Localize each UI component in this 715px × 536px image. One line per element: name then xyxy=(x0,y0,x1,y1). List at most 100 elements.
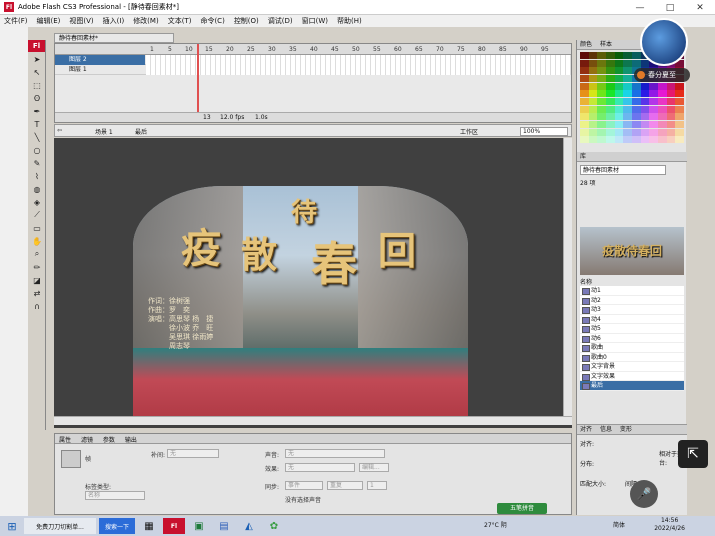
system-clock[interactable]: 14:56 2022/4/26 xyxy=(654,517,685,533)
color-swatch[interactable] xyxy=(606,52,615,59)
lasso-tool-icon[interactable]: ʘ xyxy=(29,92,45,104)
color-swatch[interactable] xyxy=(675,136,684,144)
color-swatch[interactable] xyxy=(632,120,641,128)
swap-colors-icon[interactable]: ⇄ xyxy=(29,287,45,299)
scene-link[interactable]: 场景 1 xyxy=(95,127,113,136)
repeat-count-input[interactable]: 1 xyxy=(367,481,387,490)
color-swatch[interactable] xyxy=(649,120,658,128)
color-swatch[interactable] xyxy=(675,120,684,128)
library-tab[interactable]: 库 xyxy=(577,152,687,162)
color-swatch[interactable] xyxy=(623,82,632,90)
color-swatch[interactable] xyxy=(597,82,606,90)
selection-tool-icon[interactable]: ➤ xyxy=(29,53,45,65)
color-swatch[interactable] xyxy=(580,105,589,113)
zoom-select[interactable]: 100% xyxy=(520,127,568,136)
color-swatch[interactable] xyxy=(580,59,589,67)
color-swatch[interactable] xyxy=(580,97,589,105)
color-swatch[interactable] xyxy=(632,82,641,90)
stage-horizontal-scrollbar[interactable] xyxy=(54,416,572,425)
library-item[interactable]: 动2 xyxy=(580,295,684,305)
color-swatch[interactable] xyxy=(623,74,632,82)
eraser-icon[interactable]: ▭ xyxy=(29,222,45,234)
color-swatch[interactable] xyxy=(632,90,641,98)
library-item[interactable]: 最后 xyxy=(580,381,684,391)
color-swatch[interactable] xyxy=(649,128,658,136)
color-swatch[interactable] xyxy=(606,128,615,136)
color-swatch[interactable] xyxy=(666,105,676,113)
symbol-link[interactable]: 最后 xyxy=(135,127,147,136)
sync-select[interactable]: 事件 xyxy=(285,481,323,490)
wechat-icon[interactable]: ✿ xyxy=(263,518,285,534)
media-icon[interactable]: ◭ xyxy=(238,518,260,534)
color-swatch[interactable] xyxy=(588,120,598,128)
tab-transform[interactable]: 变形 xyxy=(620,426,632,433)
color-swatch[interactable] xyxy=(580,52,589,59)
library-item[interactable]: 动1 xyxy=(580,286,684,296)
color-swatch[interactable] xyxy=(614,52,624,59)
library-item[interactable]: 文字背景 xyxy=(580,362,684,372)
swatch-grid[interactable] xyxy=(580,52,684,144)
document-icon[interactable]: ▤ xyxy=(213,518,235,534)
taskbar-item[interactable]: 搜索一下 xyxy=(99,518,135,534)
color-swatch[interactable] xyxy=(606,90,615,98)
ime-status[interactable]: 简体 xyxy=(613,520,625,529)
color-swatch[interactable] xyxy=(588,113,598,121)
tween-select[interactable]: 无 xyxy=(167,449,219,458)
text-tool-icon[interactable]: T xyxy=(29,118,45,130)
color-swatch[interactable] xyxy=(606,74,615,82)
tab-filters[interactable]: 滤镜 xyxy=(77,434,97,445)
library-item[interactable]: 歌曲0 xyxy=(580,352,684,362)
snap-icon[interactable]: ∩ xyxy=(29,300,45,312)
color-swatch[interactable] xyxy=(666,113,676,121)
color-swatch[interactable] xyxy=(666,97,676,105)
color-swatch[interactable] xyxy=(623,52,632,59)
timeline-layer-row[interactable]: 图层 2 xyxy=(55,55,571,65)
color-swatch[interactable] xyxy=(649,90,658,98)
color-swatch[interactable] xyxy=(623,128,632,136)
color-swatch[interactable] xyxy=(606,59,615,67)
edit-sound-button[interactable]: 编辑... xyxy=(359,463,389,472)
document-tab[interactable]: 静待春回素材* xyxy=(54,33,174,43)
color-swatch[interactable] xyxy=(597,136,606,144)
menu-window[interactable]: 窗口(W) xyxy=(302,16,328,26)
color-swatch[interactable] xyxy=(614,59,624,67)
color-swatch[interactable] xyxy=(580,120,589,128)
color-swatch[interactable] xyxy=(580,128,589,136)
tab-align[interactable]: 对齐 xyxy=(580,426,592,433)
color-swatch[interactable] xyxy=(588,59,598,67)
color-swatch[interactable] xyxy=(658,97,667,105)
color-swatch[interactable] xyxy=(640,90,650,98)
color-swatch[interactable] xyxy=(580,113,589,121)
color-swatch[interactable] xyxy=(580,67,589,75)
color-swatch[interactable] xyxy=(614,67,624,75)
external-link-icon[interactable]: ⇱ xyxy=(678,440,708,468)
stage-image[interactable]: 疫 散 待 春 回 作词：徐树强 作曲：罗 奕 演唱：高思琴 杨 捷 徐小波 乔… xyxy=(133,186,468,418)
menu-commands[interactable]: 命令(C) xyxy=(200,16,224,26)
color-swatch[interactable] xyxy=(632,105,641,113)
flash-taskbar-icon[interactable]: Fl xyxy=(163,518,185,534)
zoom-tool-icon[interactable]: ⌕ xyxy=(29,248,45,260)
minimize-button[interactable]: — xyxy=(625,0,655,15)
color-swatch[interactable] xyxy=(606,113,615,121)
color-swatch[interactable] xyxy=(623,120,632,128)
color-swatch[interactable] xyxy=(597,67,606,75)
color-swatch[interactable] xyxy=(632,97,641,105)
color-swatch[interactable] xyxy=(632,128,641,136)
color-swatch[interactable] xyxy=(614,97,624,105)
repeat-select[interactable]: 重复 xyxy=(327,481,363,490)
windows-start-icon[interactable]: ⊞ xyxy=(3,518,21,534)
fill-color-icon[interactable]: ◪ xyxy=(29,274,45,286)
color-swatch[interactable] xyxy=(588,136,598,144)
menu-debug[interactable]: 调试(D) xyxy=(268,16,293,26)
menu-modify[interactable]: 修改(M) xyxy=(133,16,159,26)
color-swatch[interactable] xyxy=(666,82,676,90)
layer-name[interactable]: 图层 1 xyxy=(55,65,145,75)
color-swatch[interactable] xyxy=(632,52,641,59)
color-swatch[interactable] xyxy=(640,97,650,105)
color-swatch[interactable] xyxy=(580,74,589,82)
color-swatch[interactable] xyxy=(606,97,615,105)
color-swatch[interactable] xyxy=(588,97,598,105)
library-item[interactable]: 歌曲 xyxy=(580,343,684,353)
color-swatch[interactable] xyxy=(606,136,615,144)
ime-badge[interactable]: 五笔拼音 xyxy=(497,503,547,514)
